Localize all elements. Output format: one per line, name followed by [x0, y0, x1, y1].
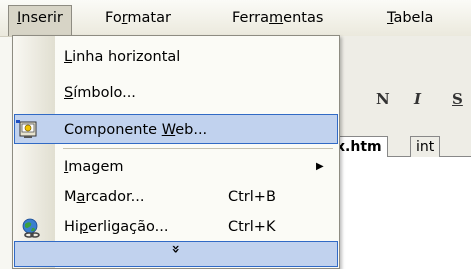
- menu-item-label: Componente Web...: [64, 115, 207, 145]
- menu-accel: W: [161, 122, 176, 138]
- menu-item-label: Hiperligação...: [64, 212, 169, 242]
- expand-menu-button[interactable]: »: [14, 241, 338, 267]
- menu-label-part: Hi: [64, 219, 79, 235]
- menu-item-imagem[interactable]: Imagem ▶: [14, 152, 338, 182]
- underline-button[interactable]: S: [452, 90, 463, 108]
- menu-item-label: Imagem: [64, 152, 124, 182]
- menu-label-part: Ferra: [232, 10, 270, 26]
- shortcut-text: Ctrl+K: [228, 219, 276, 235]
- menu-label-part: nserir: [21, 10, 63, 26]
- menu-accel: p: [78, 219, 89, 235]
- menu-label-part: ímbolo...: [73, 85, 136, 101]
- document-body: [340, 157, 471, 269]
- document-tabs: x.htm int: [330, 134, 471, 157]
- menu-label-part: entas: [283, 10, 324, 26]
- menu-accel: S: [64, 85, 74, 101]
- web-component-icon: [15, 119, 39, 141]
- menu-label-part: abela: [393, 10, 434, 26]
- bold-button[interactable]: N: [376, 90, 390, 108]
- menu-item-linha-horizontal[interactable]: Linha horizontal: [14, 42, 338, 72]
- menu-item-label: Símbolo...: [64, 78, 136, 108]
- inserir-dropdown-menu: Linha horizontal Símbolo... Componente W…: [12, 35, 340, 269]
- menu-item-marcador[interactable]: Marcador... Ctrl+B: [14, 182, 338, 212]
- menu-label-part: Componente: [64, 122, 162, 138]
- menu-label-part: magem: [68, 159, 124, 175]
- shortcut-text: Ctrl+B: [228, 189, 276, 205]
- hyperlink-globe-icon: [20, 217, 42, 239]
- chevron-down-icon: »: [167, 244, 184, 254]
- menu-ferramentas[interactable]: Ferramentas: [224, 6, 331, 30]
- menu-label-part: Fo: [105, 10, 122, 26]
- tab-int[interactable]: int: [410, 136, 441, 157]
- menu-label-part: eb...: [175, 122, 208, 138]
- submenu-arrow-icon: ▶: [316, 161, 324, 172]
- menu-formatar[interactable]: Formatar: [97, 6, 179, 30]
- menu-accel: m: [269, 10, 284, 26]
- menu-item-label: Linha horizontal: [64, 42, 180, 72]
- menu-item-simbolo[interactable]: Símbolo...: [14, 78, 338, 108]
- menu-item-hiperligacao[interactable]: Hiperligação... Ctrl+K: [14, 212, 338, 242]
- menu-accel: L: [64, 49, 73, 65]
- menu-item-label: Marcador...: [64, 182, 144, 212]
- italic-button[interactable]: I: [414, 90, 421, 108]
- menu-label-part: matar: [127, 10, 171, 26]
- menu-inserir[interactable]: Inserir: [8, 5, 72, 36]
- menu-separator: [63, 148, 333, 149]
- menu-label-part: inha horizontal: [72, 49, 181, 65]
- menu-bar: Inserir Formatar Ferramentas Tabela: [0, 0, 471, 37]
- menu-label-part: M: [64, 189, 77, 205]
- menu-label-part: erligação...: [88, 219, 169, 235]
- menu-item-componente-web[interactable]: Componente Web...: [14, 114, 338, 144]
- menu-tabela[interactable]: Tabela: [379, 6, 441, 30]
- menu-label-part: rcador...: [85, 189, 145, 205]
